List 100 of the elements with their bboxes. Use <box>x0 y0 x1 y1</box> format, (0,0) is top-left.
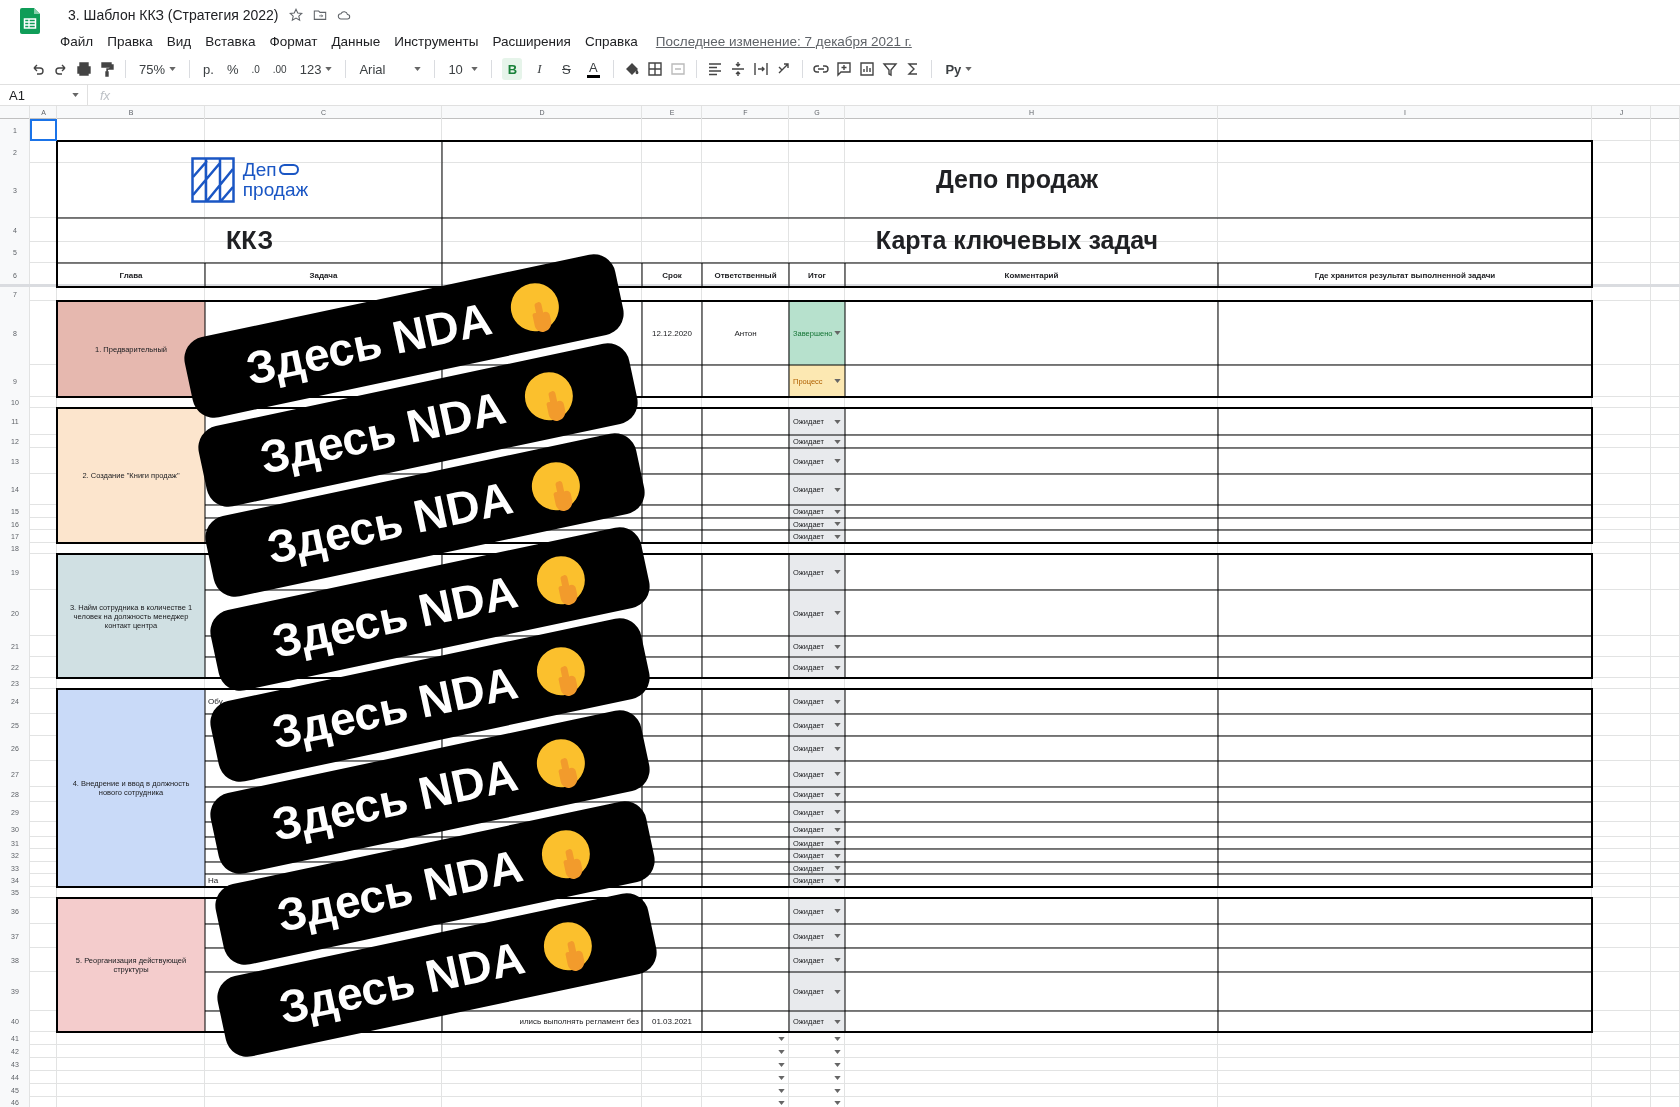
caret-icon <box>834 810 841 814</box>
caret-icon <box>834 746 841 751</box>
sticker-text: Здесь NDA <box>241 291 497 395</box>
caret-icon <box>834 1062 841 1067</box>
caret-icon <box>834 534 841 539</box>
caret-icon <box>834 487 841 492</box>
caret-icon <box>834 644 841 649</box>
logo-pill-icon <box>278 164 299 175</box>
sheet-code: ККЗ <box>225 226 274 255</box>
caret-icon <box>834 699 841 704</box>
formula-label: fx <box>99 87 111 103</box>
caret-icon <box>834 909 841 913</box>
caret-icon <box>834 1036 841 1041</box>
caret-icon <box>834 989 841 994</box>
zoom-dropdown[interactable]: 75% <box>136 59 180 79</box>
caret-icon <box>414 67 422 71</box>
column-title: Итог <box>808 270 826 280</box>
menu-item[interactable]: Вставка <box>205 33 256 49</box>
text-style-button[interactable]: B <box>502 58 523 80</box>
caret-icon <box>834 379 841 383</box>
caret-icon <box>834 439 841 444</box>
document-title[interactable]: 3. Шаблон ККЗ (Стратегия 2022) <box>68 7 279 23</box>
font-size-dropdown[interactable]: 10 <box>445 59 482 79</box>
caret-icon <box>834 792 841 797</box>
caret-icon <box>834 419 841 424</box>
menu-item[interactable]: Правка <box>107 33 153 49</box>
text-wrap-icon[interactable] <box>753 61 770 77</box>
caret-icon <box>778 1036 785 1041</box>
star-icon[interactable] <box>288 8 303 22</box>
menu-item[interactable]: Справка <box>584 33 638 49</box>
caret-icon <box>834 827 841 832</box>
caret-icon <box>834 841 841 845</box>
caret-icon <box>778 1075 785 1080</box>
name-box[interactable]: A1 <box>0 85 88 105</box>
logo-text: продаж <box>242 179 309 200</box>
caret-icon <box>834 1019 841 1024</box>
align-icon[interactable] <box>707 61 724 77</box>
filter-icon[interactable] <box>882 61 899 77</box>
caret-icon <box>834 665 841 670</box>
last-edit-link[interactable]: Последнее изменение: 7 декабря 2021 г. <box>655 33 912 49</box>
sheet-subtitle: Карта ключевых задач <box>875 226 1159 255</box>
chart-icon[interactable] <box>859 61 876 77</box>
caret-icon <box>834 522 841 526</box>
text-style-button[interactable]: S <box>556 58 577 80</box>
menu-item[interactable]: Инструменты <box>394 33 479 49</box>
cell-selection[interactable] <box>30 119 57 141</box>
caret-icon <box>834 958 841 962</box>
caret-icon <box>834 878 841 883</box>
number-format-dropdown[interactable]: 123 <box>296 59 336 79</box>
column-title: Ответственный <box>714 270 777 280</box>
owner-text: Антон <box>734 328 757 338</box>
menu-item[interactable]: Данные <box>331 33 381 49</box>
fill-color-icon[interactable] <box>624 61 641 77</box>
vertical-align-icon[interactable] <box>730 61 747 77</box>
folder-icon[interactable] <box>312 8 327 22</box>
caret-icon <box>834 866 841 870</box>
date-text: 12.12.2020 <box>651 328 692 338</box>
text-style-button[interactable]: I <box>529 58 550 80</box>
caret-icon <box>778 1062 785 1067</box>
task-text: Обу <box>208 697 223 706</box>
font-dropdown[interactable]: Arial <box>356 59 425 79</box>
caret-icon <box>834 459 841 463</box>
paint-format-icon[interactable] <box>99 61 115 77</box>
menu-item[interactable]: Формат <box>269 33 318 49</box>
logo-mark-icon <box>190 156 235 203</box>
caret-icon <box>778 1049 785 1054</box>
decrease-decimals-button[interactable]: .0 <box>248 61 263 77</box>
sheet-title: Депо продаж <box>935 165 1099 194</box>
caret-icon <box>72 93 79 97</box>
cloud-icon[interactable] <box>336 8 351 22</box>
caret-icon <box>834 853 841 858</box>
borders-icon[interactable] <box>647 61 664 77</box>
caret-icon <box>325 67 333 71</box>
column-title: Где хранится результат выполненной задачи <box>1314 270 1496 280</box>
comment-icon[interactable] <box>836 61 853 77</box>
caret-icon <box>834 611 841 615</box>
caret-icon <box>965 67 973 71</box>
caret-icon <box>834 570 841 574</box>
task-text: На <box>208 876 219 885</box>
column-title: Задача <box>309 270 338 280</box>
menu-item[interactable]: Расширения <box>492 33 571 49</box>
caret-icon <box>471 67 479 71</box>
sheets-icon[interactable] <box>20 8 40 34</box>
caret-icon <box>834 1075 841 1080</box>
caret-icon <box>834 723 841 727</box>
caret-icon <box>834 934 841 938</box>
column-title: Срок <box>662 270 682 280</box>
menu-item[interactable]: Вид <box>166 33 192 49</box>
print-icon[interactable] <box>76 61 92 77</box>
column-title: Комментарий <box>1004 270 1059 280</box>
input-tools-dropdown[interactable]: Ру <box>942 59 976 79</box>
increase-decimals-button[interactable]: .00 <box>269 61 290 77</box>
currency-button[interactable]: р. <box>200 59 217 79</box>
date-text: 01.03.2021 <box>651 1017 692 1026</box>
percent-button[interactable]: % <box>223 59 242 79</box>
caret-icon <box>834 1049 841 1054</box>
menu-item[interactable]: Файл <box>60 33 94 49</box>
text-style-button[interactable]: A <box>583 58 604 80</box>
column-title: Глава <box>119 270 143 280</box>
caret-icon <box>834 772 841 776</box>
